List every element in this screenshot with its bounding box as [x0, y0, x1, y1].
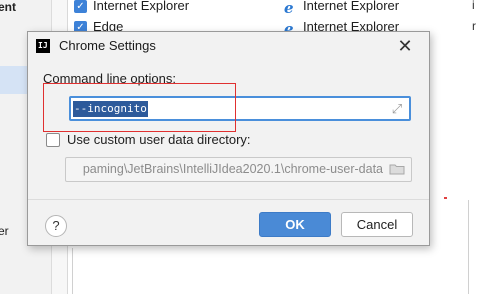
- highlight-annotation: [43, 83, 236, 132]
- chrome-settings-dialog: IJ Chrome Settings ✕ Command line option…: [27, 31, 430, 246]
- cancel-button[interactable]: Cancel: [341, 212, 413, 237]
- close-icon[interactable]: ✕: [394, 35, 416, 57]
- custom-dir-value: paming\JetBrains\IntelliJIdea2020.1\chro…: [82, 162, 383, 176]
- browser-path-cut: i: [472, 0, 475, 12]
- custom-dir-field: paming\JetBrains\IntelliJIdea2020.1\chro…: [65, 157, 412, 182]
- dialog-titlebar[interactable]: IJ Chrome Settings ✕: [28, 32, 429, 60]
- sidebar-label-top: ent: [0, 0, 16, 14]
- browser-name: Internet Explorer: [93, 0, 190, 13]
- table-row[interactable]: ✓ Internet Explorer e Internet Explorer …: [68, 0, 478, 18]
- browser-family: Internet Explorer: [303, 0, 400, 13]
- sidebar-label-bottom: er: [0, 224, 9, 238]
- error-mark: [444, 197, 447, 199]
- help-button[interactable]: ?: [45, 215, 67, 237]
- folder-icon: [389, 164, 405, 175]
- dialog-footer: ? OK Cancel: [28, 199, 429, 245]
- panel-border: [72, 248, 73, 294]
- custom-dir-label[interactable]: Use custom user data directory:: [67, 132, 251, 147]
- expand-icon[interactable]: ⤢: [389, 101, 405, 117]
- custom-dir-checkbox[interactable]: [46, 133, 60, 147]
- intellij-app-icon: IJ: [36, 39, 50, 53]
- row-checkbox[interactable]: ✓: [74, 0, 87, 13]
- dialog-title: Chrome Settings: [59, 38, 156, 53]
- browser-path-cut: r: [472, 19, 476, 33]
- panel-border: [468, 200, 469, 294]
- ok-button[interactable]: OK: [259, 212, 331, 237]
- internet-explorer-icon: e: [284, 0, 294, 17]
